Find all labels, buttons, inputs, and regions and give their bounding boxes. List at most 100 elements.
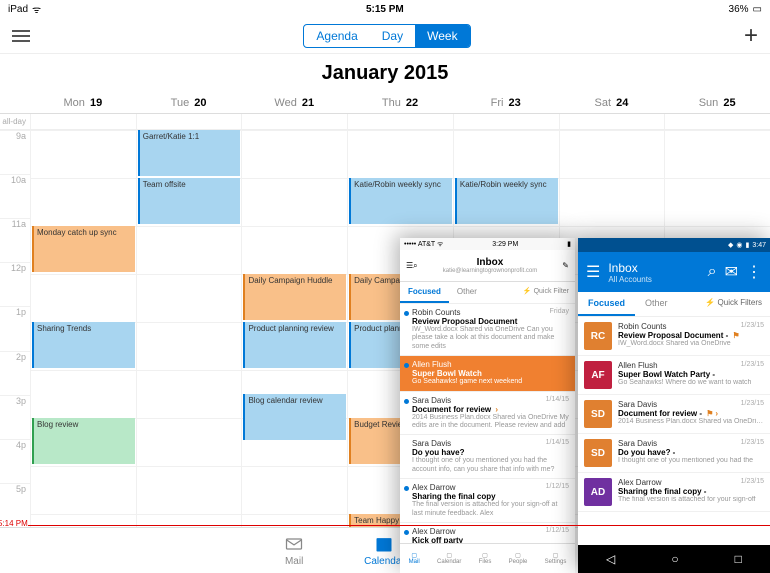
hour-label: 2p [0, 351, 30, 395]
tab-week[interactable]: Week [415, 25, 469, 47]
iphone-tab-mail[interactable]: ▢Mail [409, 552, 420, 565]
menu-icon[interactable]: ☰ [586, 262, 600, 282]
quick-filters-button[interactable]: ⚡ Quick Filters [697, 292, 770, 316]
day-column[interactable]: Daily Campaign HuddleProduct planning re… [241, 130, 347, 527]
current-time-indicator [0, 525, 770, 526]
avatar: AF [584, 361, 612, 389]
calendar-event[interactable]: Garret/Katie 1:1 [138, 130, 241, 176]
hour-label: 11a [0, 218, 30, 262]
message-item[interactable]: Alex Darrow1/12/15Sharing the final copy… [400, 479, 575, 523]
status-time: 5:15 PM [366, 4, 404, 15]
unread-dot [404, 363, 409, 368]
tab-calendar[interactable]: Calendar [364, 534, 405, 567]
calendar-event[interactable]: Sharing Trends [32, 322, 135, 368]
status-bar: iPad ᯤ 5:15 PM 36% ▭ [0, 0, 770, 18]
day-header[interactable]: Sat 24 [559, 93, 665, 113]
iphone-tab-files[interactable]: ▢Files [479, 552, 492, 565]
avatar: RC [584, 322, 612, 350]
top-toolbar: Agenda Day Week + [0, 18, 770, 54]
android-message-list[interactable]: RCRobin Counts1/23/15Review Proposal Doc… [578, 317, 770, 545]
day-header[interactable]: Wed 21 [241, 93, 347, 113]
iphone-tabbar: ▢Mail ▢Calendar ▢Files ▢People ▢Settings [400, 543, 575, 573]
calendar-event[interactable]: Monday catch up sync [32, 226, 135, 272]
avatar: SD [584, 439, 612, 467]
day-column[interactable]: Garret/Katie 1:1Team offsite [136, 130, 242, 527]
allday-label: all-day [0, 114, 30, 129]
device-label: iPad [8, 4, 28, 15]
hour-label: 12p [0, 262, 30, 306]
day-column[interactable]: Monday catch up sync Sharing Trends Blog r… [30, 130, 136, 527]
iphone-subtitle: katie@learningtogrownonprofit.com [418, 268, 563, 274]
tab-other[interactable]: Other [449, 282, 485, 303]
battery-pct: 36% [729, 4, 749, 15]
message-item[interactable]: ADAlex Darrow1/23/15Sharing the final co… [578, 473, 770, 512]
calendar-event[interactable]: Team offsite [138, 178, 241, 224]
hour-label: 1p [0, 306, 30, 350]
day-header[interactable]: Fri 23 [453, 93, 559, 113]
compose-icon[interactable]: ✎ [562, 261, 569, 270]
quick-filter-button[interactable]: ⚡ Quick Filter [517, 282, 575, 303]
calendar-event[interactable]: Blog calendar review [243, 394, 346, 440]
tab-day[interactable]: Day [370, 25, 415, 47]
day-header[interactable]: Tue 20 [136, 93, 242, 113]
overflow-icon[interactable]: ⋮ [746, 262, 762, 282]
calendar-event[interactable]: Blog review [32, 418, 135, 464]
iphone-tab-people[interactable]: ▢People [509, 552, 528, 565]
hour-label: 3p [0, 395, 30, 439]
calendar-event[interactable]: Katie/Robin weekly sync [455, 178, 558, 224]
add-event-button[interactable]: + [744, 22, 758, 50]
calendar-event[interactable]: Katie/Robin weekly sync [349, 178, 452, 224]
hour-labels: 9a10a11a12p1p2p3p4p5p [0, 130, 30, 527]
iphone-message-list[interactable]: Robin CountsFridayReview Proposal Docume… [400, 304, 575, 543]
message-item[interactable]: Sara Davis1/14/15Do you have?I thought o… [400, 435, 575, 479]
android-nav-bar: ◁ ○ □ [578, 545, 770, 573]
tab-focused[interactable]: Focused [400, 282, 449, 303]
tab-mail[interactable]: Mail [284, 534, 304, 567]
day-header[interactable]: Sun 25 [664, 93, 770, 113]
day-headers: Mon 19Tue 20Wed 21Thu 22Fri 23Sat 24Sun … [0, 93, 770, 114]
message-item[interactable]: Robin CountsFridayReview Proposal Docume… [400, 304, 575, 356]
allday-row: all-day [0, 114, 770, 130]
android-mail-app: ◆◉▮3:47 ☰ InboxAll Accounts ⌕ ✉ ⋮ Focuse… [578, 238, 770, 573]
calendar-event[interactable]: Daily Campaign Huddle [243, 274, 346, 320]
hour-label: 9a [0, 130, 30, 174]
unread-dot [404, 399, 409, 404]
home-button[interactable]: ○ [671, 552, 678, 566]
message-item[interactable]: RCRobin Counts1/23/15Review Proposal Doc… [578, 317, 770, 356]
unread-dot [404, 530, 409, 535]
recents-button[interactable]: □ [735, 552, 742, 566]
iphone-header: ☰ ⌕ Inboxkatie@learningtogrownonprofit.c… [400, 250, 575, 282]
avatar: SD [584, 400, 612, 428]
message-item[interactable]: Sara Davis1/14/15Document for review ›20… [400, 392, 575, 436]
message-item[interactable]: Allen FlushSuper Bowl WatchGo Seahawks! … [400, 356, 575, 391]
back-button[interactable]: ◁ [606, 552, 615, 566]
tab-other[interactable]: Other [635, 292, 678, 316]
message-item[interactable]: SDSara Davis1/23/15Document for review -… [578, 395, 770, 434]
android-title: Inbox [608, 261, 699, 275]
iphone-status-bar: ••••• AT&T ᯤ 3:29 PM▮ [400, 238, 575, 250]
iphone-tab-settings[interactable]: ▢Settings [545, 552, 567, 565]
android-subtitle: All Accounts [608, 275, 699, 284]
unread-dot [404, 486, 409, 491]
menu-icon[interactable]: ☰ [406, 261, 413, 270]
calendar-event[interactable]: Product planning review [243, 322, 346, 368]
menu-button[interactable] [12, 30, 30, 42]
iphone-filter-tabs: Focused Other ⚡ Quick Filter [400, 282, 575, 304]
avatar: AD [584, 478, 612, 506]
view-segmented-control: Agenda Day Week [303, 24, 470, 48]
android-status-bar: ◆◉▮3:47 [578, 238, 770, 252]
iphone-tab-calendar[interactable]: ▢Calendar [437, 552, 461, 565]
compose-icon[interactable]: ✉ [725, 262, 738, 282]
tab-focused[interactable]: Focused [578, 292, 635, 316]
month-title: January 2015 [0, 54, 770, 93]
tab-agenda[interactable]: Agenda [304, 25, 369, 47]
message-item[interactable]: AFAllen Flush1/23/15Super Bowl Watch Par… [578, 356, 770, 395]
battery-icon: ▭ [753, 4, 762, 15]
wifi-icon: ᯤ [32, 2, 41, 16]
android-filter-tabs: Focused Other ⚡ Quick Filters [578, 292, 770, 317]
day-header[interactable]: Thu 22 [347, 93, 453, 113]
day-header[interactable]: Mon 19 [30, 93, 136, 113]
message-item[interactable]: SDSara Davis1/23/15Do you have? - I thou… [578, 434, 770, 473]
search-icon[interactable]: ⌕ [708, 263, 717, 281]
iphone-title: Inbox [418, 257, 563, 268]
